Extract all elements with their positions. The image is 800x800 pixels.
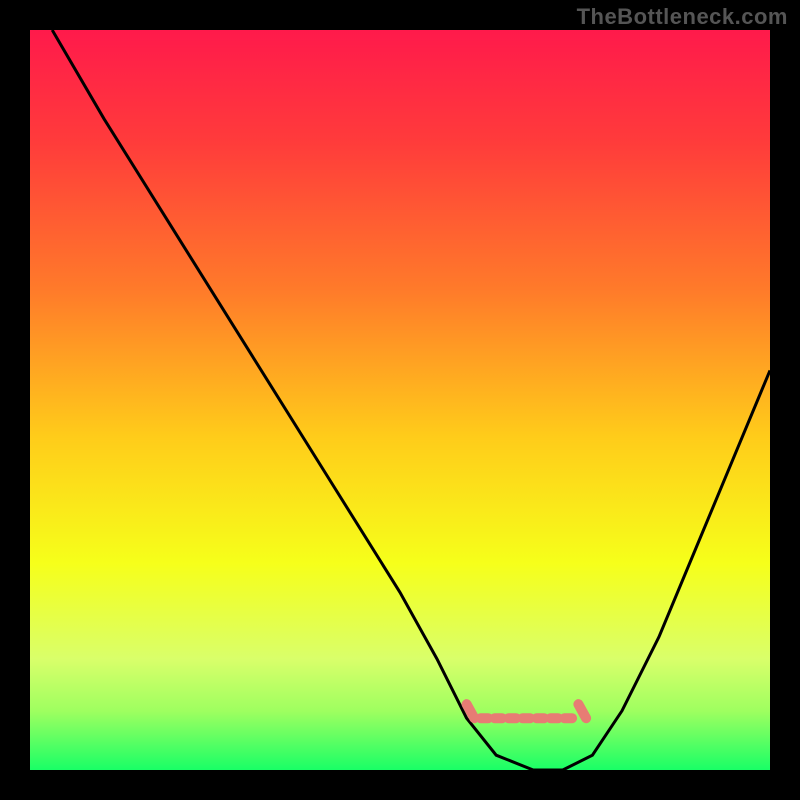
plot-background [30,30,770,770]
chart-frame: TheBottleneck.com [0,0,800,800]
bottleneck-chart [0,0,800,800]
watermark-text: TheBottleneck.com [577,4,788,30]
